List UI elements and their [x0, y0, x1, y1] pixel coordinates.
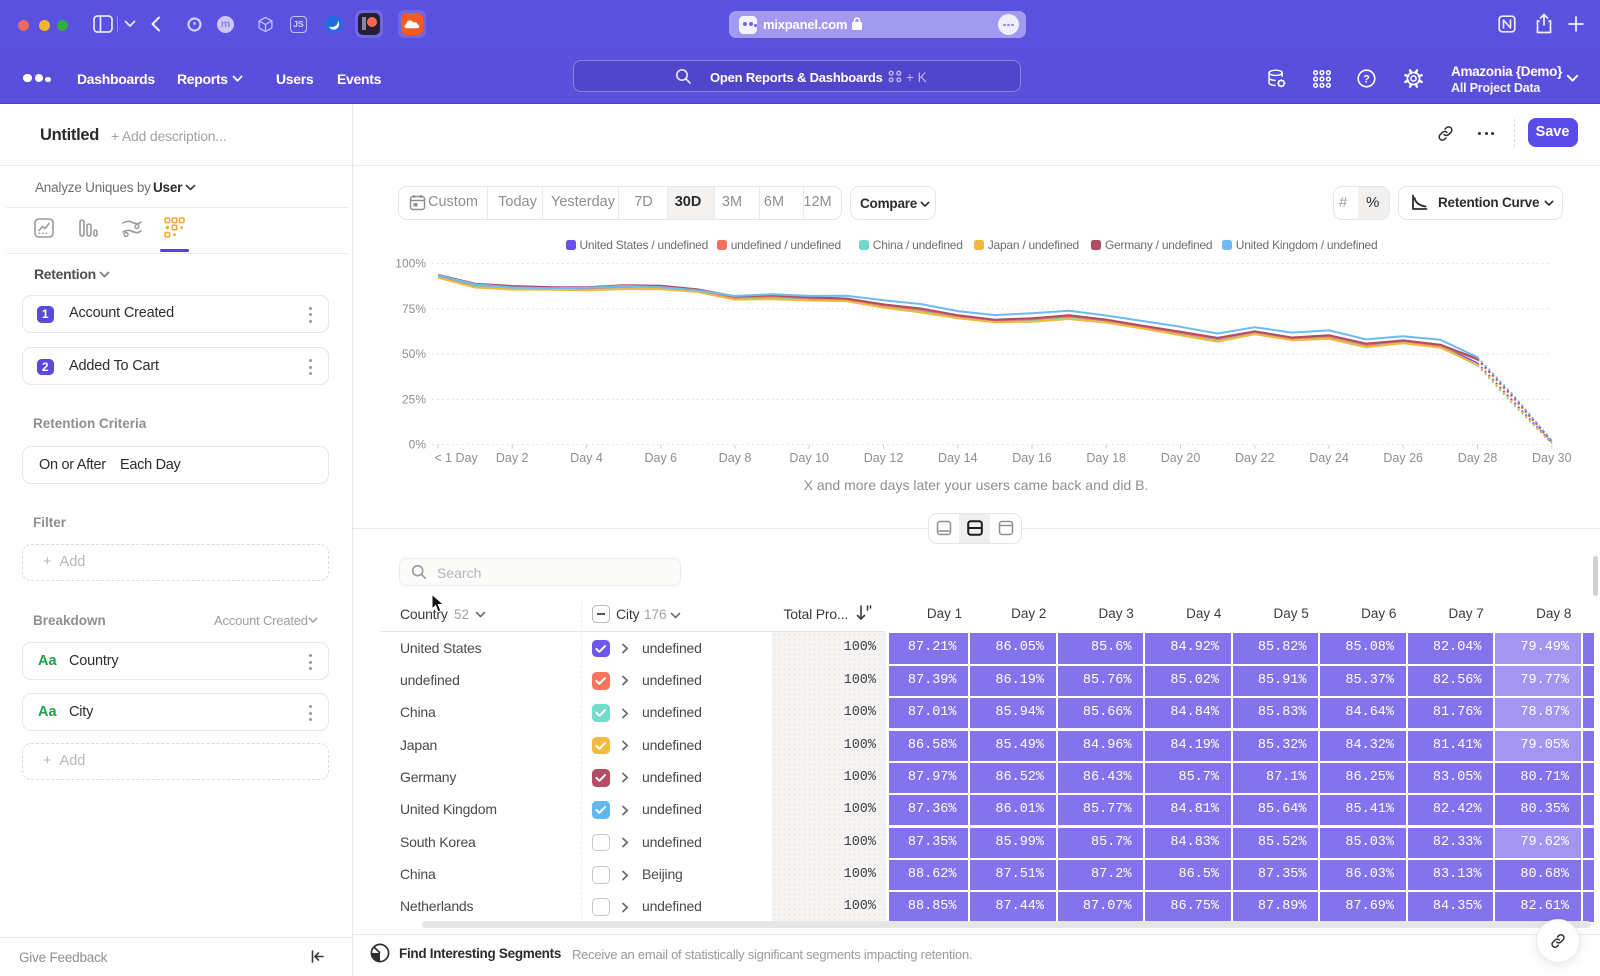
svg-text:Day 4: Day 4	[570, 451, 603, 465]
svg-text:?: ?	[1363, 74, 1370, 86]
svg-text:Day 2: Day 2	[496, 451, 529, 465]
svg-text:Day 6: Day 6	[644, 451, 677, 465]
svg-text:Day 22: Day 22	[1235, 451, 1275, 465]
svg-text:100%: 100%	[395, 257, 426, 271]
svg-text:Day 24: Day 24	[1309, 451, 1349, 465]
svg-text:Day 26: Day 26	[1383, 451, 1423, 465]
svg-text:Day 14: Day 14	[938, 451, 978, 465]
svg-text:< 1 Day: < 1 Day	[434, 451, 478, 465]
svg-text:25%: 25%	[402, 392, 426, 406]
svg-text:Day 16: Day 16	[1012, 451, 1052, 465]
svg-text:Day 8: Day 8	[719, 451, 752, 465]
svg-text:Day 18: Day 18	[1086, 451, 1126, 465]
svg-text:Day 20: Day 20	[1161, 451, 1201, 465]
svg-text:Day 12: Day 12	[864, 451, 904, 465]
svg-text:Day 28: Day 28	[1458, 451, 1498, 465]
svg-text:50%: 50%	[402, 347, 426, 361]
svg-text:Day 10: Day 10	[789, 451, 829, 465]
svg-text:Day 30: Day 30	[1532, 451, 1572, 465]
svg-text:0%: 0%	[409, 438, 427, 452]
svg-text:75%: 75%	[402, 302, 426, 316]
